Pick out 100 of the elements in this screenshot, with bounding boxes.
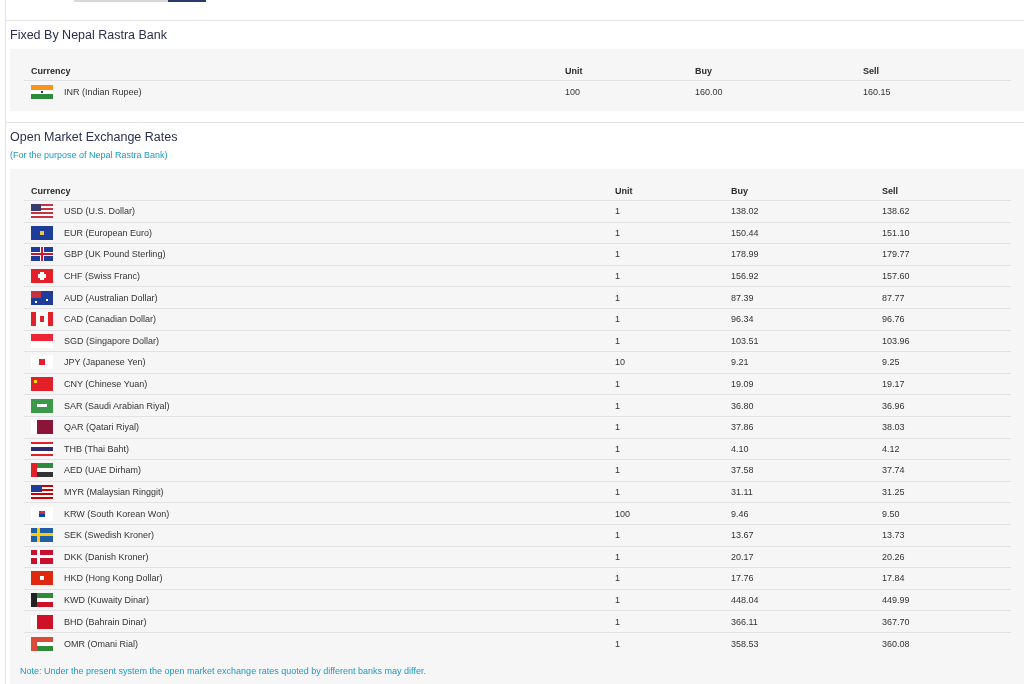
currency-name: KWD (Kuwaity Dinar) bbox=[64, 595, 149, 605]
unit-cell-text: 1 bbox=[614, 595, 621, 605]
sell-rate: 367.70 bbox=[881, 616, 911, 627]
sell-rate: 87.77 bbox=[881, 292, 906, 303]
currency-name: MYR (Malaysian Ringgit) bbox=[64, 487, 164, 497]
sell-rate: 19.17 bbox=[881, 379, 906, 390]
sell-rate: 9.25 bbox=[881, 357, 901, 368]
currency-name: KRW (South Korean Won) bbox=[64, 508, 170, 519]
sell-rate: 449.99 bbox=[881, 595, 911, 605]
unit-cell-text: 1 bbox=[614, 292, 621, 303]
flag-icon bbox=[31, 84, 53, 99]
unit-cell-text: 1 bbox=[614, 271, 621, 282]
flag-icon bbox=[31, 225, 53, 240]
buy-rate: 358.53 bbox=[730, 638, 760, 649]
buy-rate: 103.51 bbox=[730, 335, 760, 346]
flag-icon bbox=[31, 290, 53, 305]
currency-name: SGD (Singapore Dollar) bbox=[64, 335, 160, 346]
flag-icon bbox=[31, 636, 53, 651]
column-header: Buy bbox=[694, 65, 713, 76]
currency-name: AUD (Australian Dollar) bbox=[64, 292, 158, 303]
unit-cell-text: 1 bbox=[614, 616, 621, 627]
buy-rate: 87.39 bbox=[730, 292, 755, 303]
buy-rate: 13.67 bbox=[730, 530, 755, 541]
sell-rate: 36.96 bbox=[881, 400, 906, 411]
buy-rate: 96.34 bbox=[730, 314, 755, 325]
flag-icon bbox=[31, 204, 53, 219]
currency-name: AED (UAE Dirham) bbox=[64, 465, 141, 476]
unit-cell-text: 1 bbox=[614, 551, 621, 562]
buy-rate: 31.11 bbox=[730, 487, 754, 497]
unit-cell-text: 1 bbox=[614, 400, 621, 411]
currency-name: EUR (European Euro) bbox=[64, 227, 153, 238]
sell-rate: 4.12 bbox=[881, 443, 901, 454]
column-header: Sell bbox=[862, 65, 880, 76]
currency-name: DKK (Danish Kroner) bbox=[64, 551, 149, 562]
sell-rate: 96.76 bbox=[881, 314, 906, 325]
unit-cell-text: 1 bbox=[614, 465, 621, 476]
buy-rate: 150.44 bbox=[730, 227, 760, 238]
sell-rate: 31.25 bbox=[881, 487, 906, 497]
buy-rate: 156.92 bbox=[730, 271, 760, 282]
unit-cell-text: 1 bbox=[614, 573, 621, 584]
currency-name: CAD (Canadian Dollar) bbox=[64, 314, 157, 325]
sell-rate: 160.15 bbox=[862, 86, 892, 97]
flag-icon bbox=[31, 485, 53, 499]
sell-rate: 17.84 bbox=[881, 573, 906, 584]
footnote: Note: Under the present system the open market exchange rates quoted by different banks may differ. bbox=[20, 666, 427, 677]
unit-cell-text: 1 bbox=[614, 249, 621, 260]
unit-cell-text: 1 bbox=[614, 638, 621, 649]
sell-rate: 151.10 bbox=[881, 227, 911, 238]
sell-rate: 9.50 bbox=[881, 508, 901, 519]
column-header: Unit bbox=[564, 65, 584, 76]
buy-rate: 37.86 bbox=[730, 422, 755, 433]
buy-rate: 160.00 bbox=[694, 86, 724, 97]
currency-name: BHD (Bahrain Dinar) bbox=[64, 616, 147, 627]
currency-name: OMR (Omani Rial) bbox=[64, 638, 138, 649]
unit-cell-text: 1 bbox=[614, 335, 621, 346]
currency-name: THB (Thai Baht) bbox=[64, 443, 130, 454]
unit-cell-text: 1 bbox=[614, 422, 621, 433]
currency-name: SAR (Saudi Arabian Riyal) bbox=[64, 400, 170, 411]
unit-cell-text: 1 bbox=[614, 206, 621, 217]
flag-icon bbox=[31, 506, 53, 521]
currency-name: HKD (Hong Kong Dollar) bbox=[64, 573, 163, 584]
column-header: Unit bbox=[614, 185, 634, 196]
flag-icon bbox=[31, 247, 53, 262]
unit-cell-text: 1 bbox=[614, 227, 621, 238]
flag-icon bbox=[31, 528, 53, 543]
sell-rate: 157.60 bbox=[881, 271, 911, 282]
flag-icon bbox=[31, 593, 53, 607]
flag-icon bbox=[31, 463, 53, 478]
buy-rate: 17.76 bbox=[730, 573, 755, 584]
sell-rate: 179.77 bbox=[881, 249, 911, 260]
flag-icon bbox=[31, 549, 53, 564]
currency-name: GBP (UK Pound Sterling) bbox=[64, 249, 166, 260]
unit-cell-text: 1 bbox=[614, 314, 621, 325]
column-header: Currency bbox=[30, 65, 72, 76]
buy-rate: 448.04 bbox=[730, 595, 760, 605]
unit-cell-text: 1 bbox=[614, 530, 621, 541]
flag-icon bbox=[31, 269, 53, 284]
section-title: Open Market Exchange Rates bbox=[9, 129, 179, 145]
currency-name: USD (U.S. Dollar) bbox=[64, 206, 135, 217]
column-header: Currency bbox=[30, 185, 72, 196]
buy-rate: 36.80 bbox=[730, 400, 755, 411]
column-header: Buy bbox=[730, 185, 749, 196]
sell-rate: 103.96 bbox=[881, 335, 911, 346]
buy-rate: 366.11 bbox=[730, 616, 759, 627]
buy-rate: 178.99 bbox=[730, 249, 760, 260]
currency-name: QAR (Qatari Riyal) bbox=[64, 422, 139, 433]
buy-rate: 20.17 bbox=[730, 551, 755, 562]
sell-rate: 360.08 bbox=[881, 638, 911, 649]
buy-rate: 4.10 bbox=[730, 443, 750, 454]
unit-cell-text: 1 bbox=[614, 443, 621, 454]
currency-name: JPY (Japanese Yen) bbox=[64, 357, 146, 368]
unit-cell-text: 1 bbox=[614, 379, 621, 390]
currency-name: CHF (Swiss Franc) bbox=[64, 271, 140, 282]
section-title: Fixed By Nepal Rastra Bank bbox=[9, 27, 168, 43]
flag-icon bbox=[31, 614, 53, 629]
flag-icon bbox=[31, 312, 53, 327]
buy-rate: 37.58 bbox=[730, 465, 755, 476]
flag-icon bbox=[31, 333, 53, 348]
currency-name: CNY (Chinese Yuan) bbox=[64, 379, 148, 390]
currency-name: SEK (Swedish Kroner) bbox=[64, 530, 155, 541]
